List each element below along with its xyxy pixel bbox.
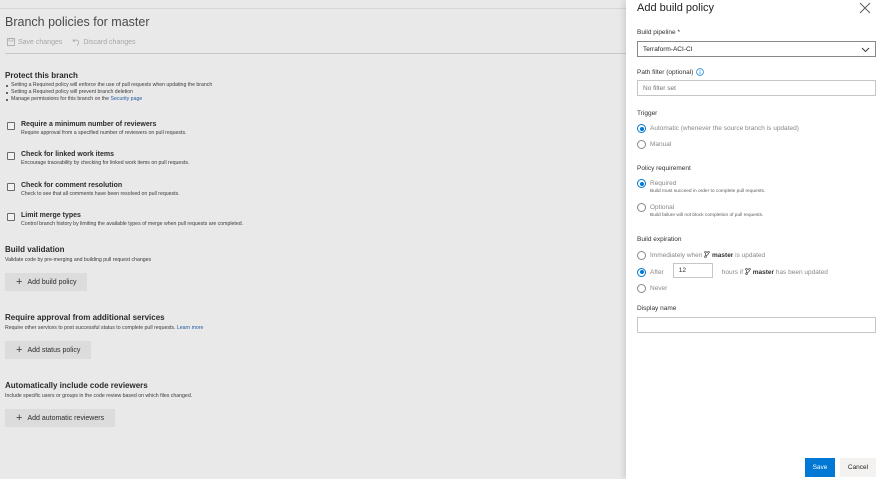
add-build-policy-button[interactable]: + Add build policy [5,273,88,291]
build-validation-heading: Build validation [5,245,65,254]
policy-min-reviewers: Require a minimum number of reviewers Re… [7,121,187,136]
policy-comment-resolution: Check for comment resolution Check to se… [7,182,180,197]
path-filter-label: Path filter (optional) [637,68,694,76]
trigger-automatic-radio[interactable] [637,124,646,133]
branch-name: master [752,268,775,276]
policy-desc: Require approval from a specified number… [21,130,187,136]
expiration-never-label: Never [650,285,668,292]
policy-limit-merge-types: Limit merge types Control branch history… [7,212,243,227]
build-validation-desc: Validate code by pre-merging and buildin… [5,257,152,263]
policy-optional-radio[interactable] [637,203,646,212]
trigger-manual-label: Manual [650,141,672,148]
min-reviewers-checkbox[interactable] [7,122,15,130]
policy-desc: Control branch history by limiting the a… [21,221,244,227]
save-changes-button[interactable]: Save changes [7,38,62,46]
bullet-item: Setting a Required policy will enforce t… [5,82,212,89]
policy-linked-work-items: Check for linked work items Encourage tr… [7,151,189,166]
branch-policies-page: Branch policies for master Save changes … [0,0,626,479]
panel-title: Add build policy [637,2,715,14]
trigger-manual-option[interactable]: Manual [637,140,671,149]
policy-required-label: Required [650,180,677,187]
policy-desc: Check to see that all comments have been… [21,191,180,197]
build-pipeline-label: Build pipeline * [637,29,681,36]
policy-optional-label: Optional [650,204,675,211]
branch-icon [745,267,751,275]
path-filter-input[interactable] [637,80,876,96]
expiration-immediately-radio[interactable] [637,251,646,260]
policy-title: Limit merge types [21,212,81,219]
policy-desc: Encourage traceability by checking for l… [21,160,190,166]
policy-optional-desc: Build failure will not block completion … [650,213,764,218]
add-build-policy-panel: Add build policy Build pipeline * Terraf… [626,0,880,479]
linked-work-items-checkbox[interactable] [7,152,15,160]
save-changes-label: Save changes [18,38,63,46]
discard-changes-button[interactable]: Discard changes [72,38,136,46]
bullet-item: Manage permissions for this branch on th… [5,96,212,103]
display-name-input[interactable] [637,317,876,333]
save-icon [7,38,15,46]
plus-icon: + [16,343,23,356]
chevron-down-icon [861,47,870,52]
policy-requirement-label: Policy requirement [637,165,691,172]
build-expiration-label: Build expiration [637,236,682,243]
trigger-manual-radio[interactable] [637,140,646,149]
policy-optional-option[interactable]: Optional Build failure will not block co… [637,203,763,219]
add-status-policy-button[interactable]: + Add status policy [5,341,92,359]
policy-required-desc: Build must succeed in order to complete … [650,189,766,194]
security-page-link[interactable]: Security page [111,96,143,102]
expiration-after-label: After [650,268,664,276]
additional-services-desc: Require other services to post successfu… [5,325,204,331]
expiration-immediately-label: Immediately when master is updated [650,251,766,259]
add-status-policy-label: Add status policy [27,346,81,354]
trigger-automatic-option[interactable]: Automatic (whenever the source branch is… [637,124,799,133]
plus-icon: + [16,411,23,424]
cancel-button[interactable]: Cancel [840,458,876,477]
policy-required-option[interactable]: Required Build must succeed in order to … [637,179,765,195]
trigger-label: Trigger [637,110,658,117]
code-reviewers-heading: Automatically include code reviewers [5,381,148,390]
expiration-immediately-option[interactable]: Immediately when master is updated [637,251,765,260]
divider [5,53,626,54]
add-build-policy-label: Add build policy [27,278,77,286]
additional-services-heading: Require approval from additional service… [5,313,165,322]
policy-required-radio[interactable] [637,179,646,188]
expiration-never-option[interactable]: Never [637,284,667,293]
close-icon[interactable] [858,1,872,15]
add-automatic-reviewers-label: Add automatic reviewers [27,414,105,422]
policy-title: Check for comment resolution [21,182,123,189]
expiration-after-radio[interactable] [637,267,646,277]
branch-icon [704,251,710,259]
build-pipeline-value: Terraform-ACI-CI [643,45,693,53]
build-pipeline-dropdown[interactable]: Terraform-ACI-CI [637,41,876,57]
discard-changes-label: Discard changes [83,38,136,46]
display-name-label: Display name [637,305,677,312]
save-button[interactable]: Save [805,458,835,477]
info-icon[interactable] [696,68,705,76]
plus-icon: + [16,275,23,288]
bullet-item: Setting a Required policy will prevent b… [5,89,212,96]
policy-title: Check for linked work items [21,151,114,158]
expiration-never-radio[interactable] [637,284,646,293]
branch-name: master [712,252,734,259]
protect-branch-bullets: Setting a Required policy will enforce t… [5,82,212,103]
trigger-automatic-label: Automatic (whenever the source branch is… [650,125,799,132]
expiration-after-option[interactable]: After 12 hours if master has been update… [637,263,828,278]
toolbar: Save changes Discard changes [7,38,136,46]
code-reviewers-desc: Include specific users or groups in the … [5,393,193,399]
policy-title: Require a minimum number of reviewers [21,121,157,128]
path-filter-label-row: Path filter (optional) [637,68,705,76]
divider [0,8,626,9]
limit-merge-types-checkbox[interactable] [7,213,15,221]
protect-branch-heading: Protect this branch [5,71,78,80]
add-automatic-reviewers-button[interactable]: + Add automatic reviewers [5,409,116,427]
hours-input[interactable]: 12 [672,263,713,278]
learn-more-link[interactable]: Learn more [177,325,204,331]
expiration-after-text: hours if master has been updated [721,267,828,276]
comment-resolution-checkbox[interactable] [7,183,15,191]
undo-icon [72,38,80,46]
page-title: Branch policies for master [5,15,150,29]
